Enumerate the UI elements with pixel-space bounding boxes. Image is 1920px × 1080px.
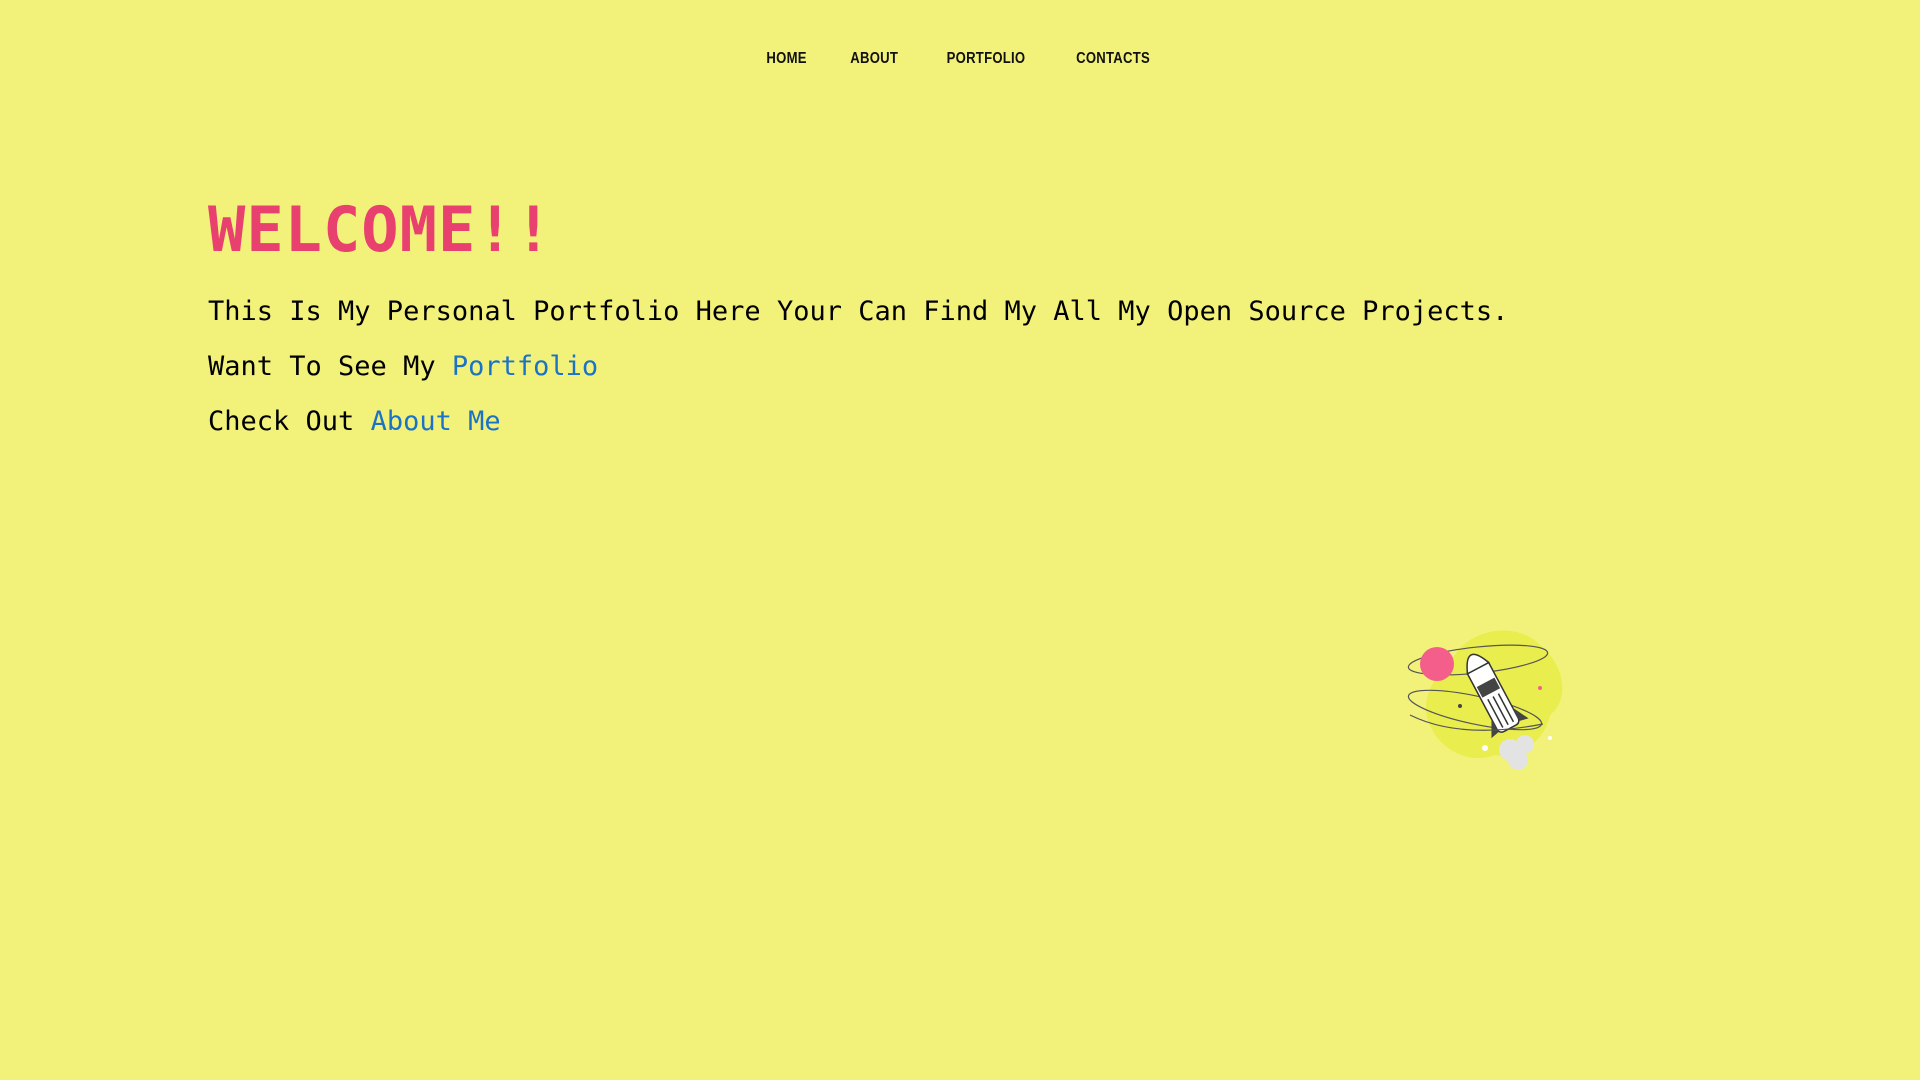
portfolio-prefix: Want To See My [208,351,452,382]
nav-about-link[interactable]: ABOUT [851,50,899,68]
about-me-link[interactable]: About Me [371,406,501,437]
about-prefix: Check Out [208,406,371,437]
nav-contacts-link[interactable]: CONTACTS [1076,50,1150,68]
portfolio-line: Want To See My Portfolio [208,339,1708,394]
about-line: Check Out About Me [208,394,1708,449]
rocket-planet-icon [1400,620,1570,780]
main-nav: HOME ABOUT PORTFOLIO CONTACTS [0,50,1920,68]
nav-portfolio-link[interactable]: PORTFOLIO [946,50,1025,68]
portfolio-link[interactable]: Portfolio [452,351,598,382]
nav-home-link[interactable]: HOME [767,50,807,68]
hero-section: WELCOME!! This Is My Personal Portfolio … [208,190,1708,449]
page-title: WELCOME!! [208,193,553,266]
intro-text: This Is My Personal Portfolio Here Your … [208,296,1509,327]
